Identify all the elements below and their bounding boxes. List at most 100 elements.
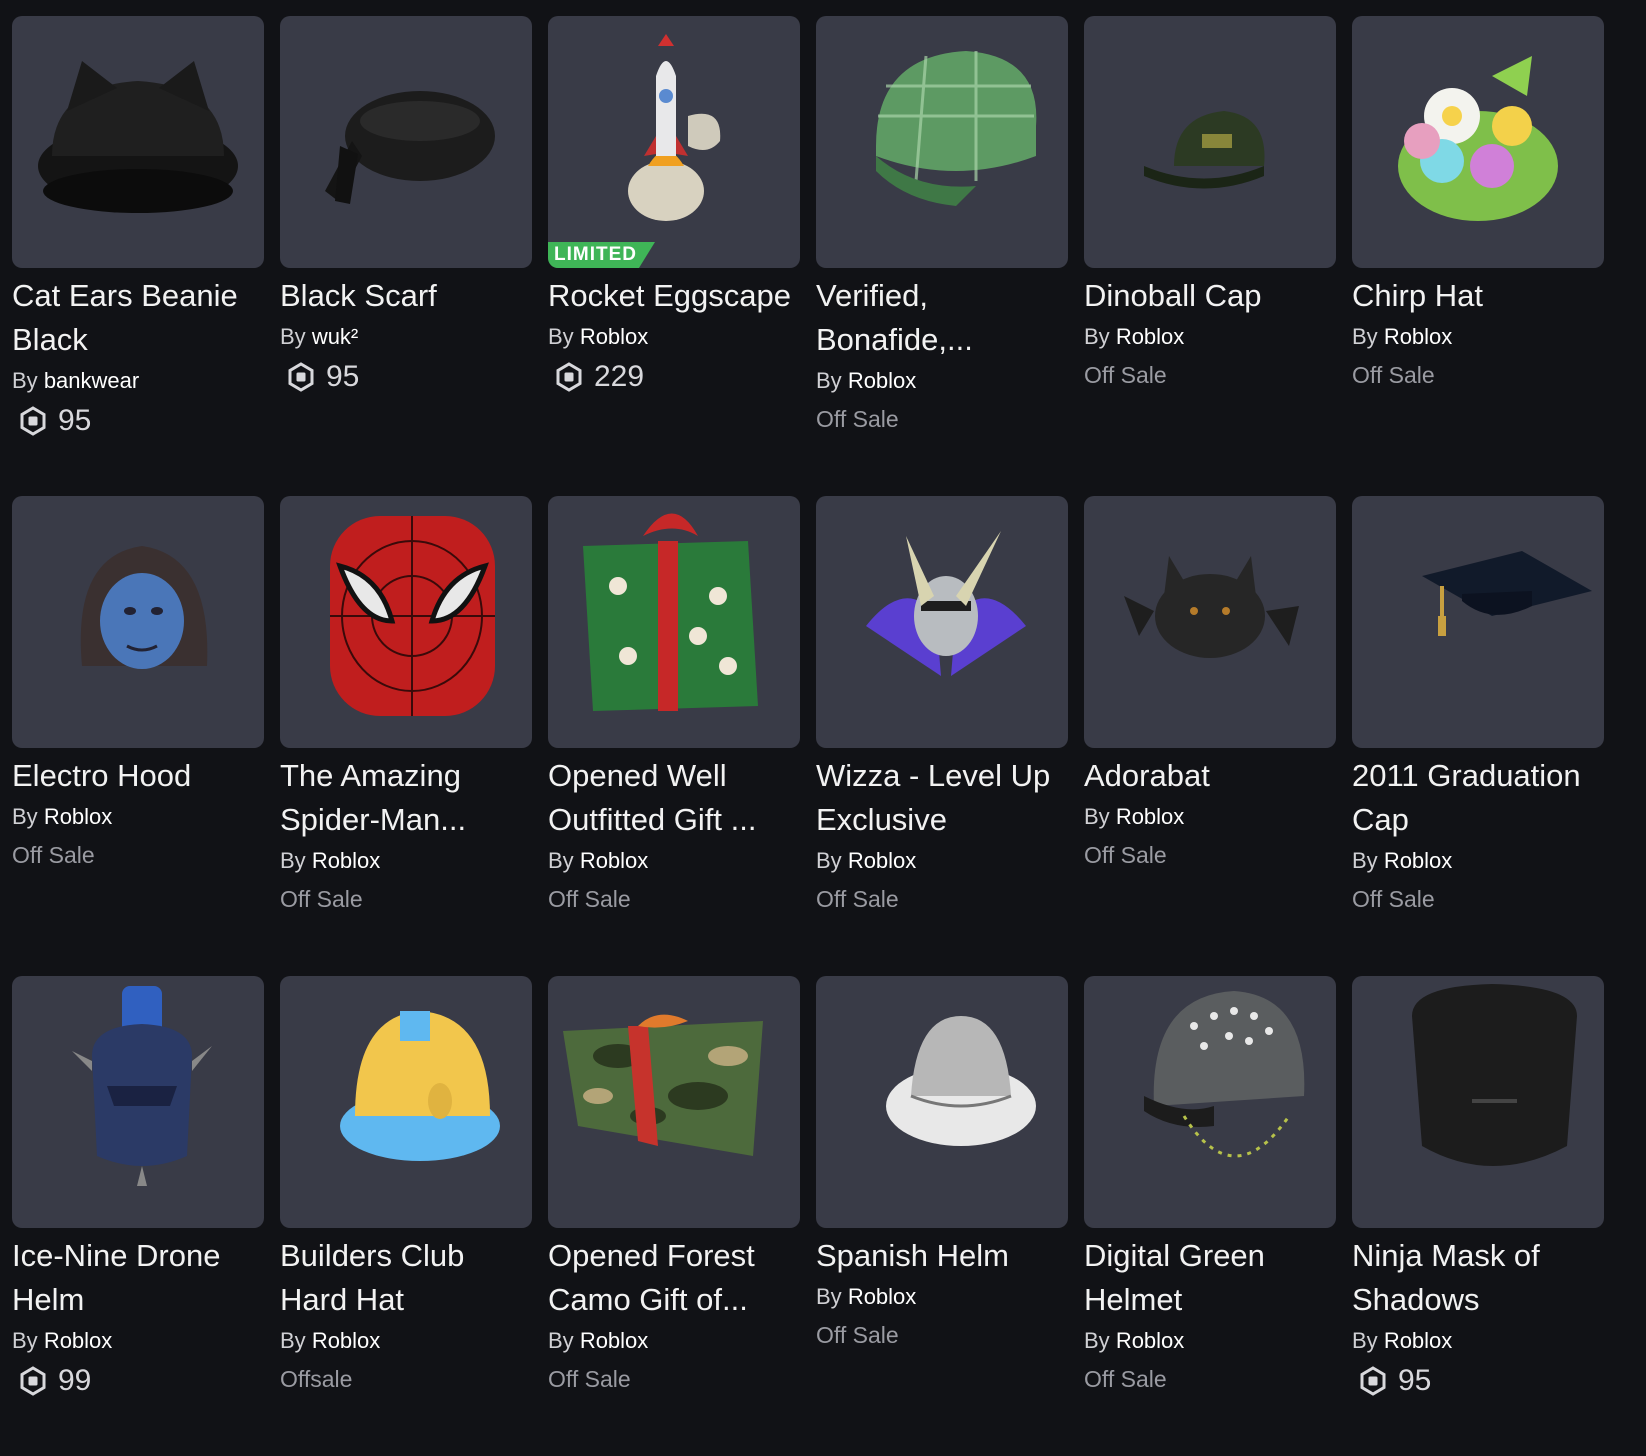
item-thumbnail[interactable]: [548, 976, 800, 1228]
item-name[interactable]: Cat Ears Beanie Black: [12, 274, 264, 362]
item-thumbnail[interactable]: [1352, 496, 1604, 748]
creator-link[interactable]: Roblox: [580, 848, 648, 873]
cat-ears-beanie-icon: [38, 61, 238, 213]
creator-link[interactable]: Roblox: [44, 1328, 112, 1353]
item-thumbnail[interactable]: [1084, 16, 1336, 268]
creator-link[interactable]: Roblox: [312, 1328, 380, 1353]
item-name[interactable]: Adorabat: [1084, 754, 1336, 798]
creator-link[interactable]: wuk²: [312, 324, 358, 349]
catalog-item-card[interactable]: Verified, Bonafide,... By Roblox Off Sale: [816, 16, 1068, 496]
item-status: Off Sale: [548, 886, 631, 912]
item-creator: By Roblox: [1084, 1326, 1336, 1356]
creator-prefix: By: [548, 324, 574, 349]
item-thumbnail[interactable]: [1352, 976, 1604, 1228]
catalog-item-card[interactable]: Wizza - Level Up Exclusive By Roblox Off S…: [816, 496, 1068, 976]
creator-prefix: By: [1352, 848, 1378, 873]
catalog-item-card[interactable]: Ninja Mask of Shadows By Roblox 95: [1352, 976, 1604, 1456]
item-thumbnail[interactable]: [816, 976, 1068, 1228]
item-price: 95: [280, 360, 532, 394]
catalog-item-card[interactable]: LIMITED Rocket Eggscape By Roblox 229: [548, 16, 800, 496]
item-creator: By Roblox: [1352, 1326, 1604, 1356]
item-name[interactable]: Chirp Hat: [1352, 274, 1604, 318]
item-thumbnail[interactable]: [816, 16, 1068, 268]
catalog-item-card[interactable]: Cat Ears Beanie Black By bankwear 95: [12, 16, 264, 496]
creator-link[interactable]: Roblox: [44, 804, 112, 829]
item-creator: By Roblox: [816, 1282, 1068, 1312]
item-status: Off Sale: [816, 406, 899, 432]
creator-link[interactable]: bankwear: [44, 368, 139, 393]
item-name[interactable]: Opened Forest Camo Gift of...: [548, 1234, 800, 1322]
item-thumbnail[interactable]: [1084, 976, 1336, 1228]
creator-prefix: By: [816, 848, 842, 873]
creator-prefix: By: [816, 368, 842, 393]
camo-gift-icon: [563, 1014, 763, 1156]
item-name[interactable]: Ice-Nine Drone Helm: [12, 1234, 264, 1322]
item-name[interactable]: Builders Club Hard Hat: [280, 1234, 532, 1322]
catalog-item-card[interactable]: Opened Forest Camo Gift of... By Roblox Of…: [548, 976, 800, 1456]
creator-link[interactable]: Roblox: [1384, 1328, 1452, 1353]
price-value: 229: [594, 360, 645, 393]
electro-hood-icon: [80, 546, 208, 669]
item-thumbnail[interactable]: [12, 16, 264, 268]
robux-icon: [288, 362, 314, 392]
item-name[interactable]: Black Scarf: [280, 274, 532, 318]
creator-prefix: By: [1084, 1328, 1110, 1353]
item-name[interactable]: Ninja Mask of Shadows: [1352, 1234, 1604, 1322]
item-status: Offsale: [280, 1366, 353, 1392]
item-thumbnail[interactable]: [816, 496, 1068, 748]
catalog-item-card[interactable]: Opened Well Outfitted Gift ... By Roblox O…: [548, 496, 800, 976]
creator-link[interactable]: Roblox: [312, 848, 380, 873]
item-thumbnail[interactable]: LIMITED: [548, 16, 800, 268]
catalog-item-card[interactable]: Electro Hood By Roblox Off Sale: [12, 496, 264, 976]
catalog-item-card[interactable]: Chirp Hat By Roblox Off Sale: [1352, 16, 1604, 496]
item-creator: By bankwear: [12, 366, 264, 396]
item-name[interactable]: Verified, Bonafide,...: [816, 274, 1068, 362]
creator-link[interactable]: Roblox: [848, 848, 916, 873]
green-helmet-icon: [1144, 991, 1305, 1158]
catalog-item-card[interactable]: Builders Club Hard Hat By Roblox Offsale: [280, 976, 532, 1456]
creator-link[interactable]: Roblox: [1116, 1328, 1184, 1353]
creator-link[interactable]: Roblox: [1384, 324, 1452, 349]
item-name[interactable]: The Amazing Spider-Man...: [280, 754, 532, 842]
catalog-item-card[interactable]: Digital Green Helmet By Roblox Off Sale: [1084, 976, 1336, 1456]
catalog-item-card[interactable]: Adorabat By Roblox Off Sale: [1084, 496, 1336, 976]
creator-prefix: By: [280, 1328, 306, 1353]
item-thumbnail[interactable]: [280, 976, 532, 1228]
creator-link[interactable]: Roblox: [580, 1328, 648, 1353]
item-thumbnail[interactable]: [12, 496, 264, 748]
item-name[interactable]: 2011 Graduation Cap: [1352, 754, 1604, 842]
price-value: 95: [1398, 1364, 1432, 1397]
item-name[interactable]: Spanish Helm: [816, 1234, 1068, 1278]
catalog-item-card[interactable]: The Amazing Spider-Man... By Roblox Off Sa…: [280, 496, 532, 976]
item-name[interactable]: Electro Hood: [12, 754, 264, 798]
ninja-mask-icon: [1412, 984, 1577, 1166]
item-price: 229: [548, 360, 800, 394]
item-creator: By Roblox: [280, 1326, 532, 1356]
creator-link[interactable]: Roblox: [848, 1284, 916, 1309]
item-name[interactable]: Digital Green Helmet: [1084, 1234, 1336, 1322]
catalog-item-card[interactable]: Black Scarf By wuk² 95: [280, 16, 532, 496]
catalog-item-card[interactable]: 2011 Graduation Cap By Roblox Off Sale: [1352, 496, 1604, 976]
item-name[interactable]: Opened Well Outfitted Gift ...: [548, 754, 800, 842]
catalog-item-card[interactable]: Dinoball Cap By Roblox Off Sale: [1084, 16, 1336, 496]
creator-link[interactable]: Roblox: [1116, 324, 1184, 349]
item-thumbnail[interactable]: [1352, 16, 1604, 268]
item-thumbnail[interactable]: [280, 16, 532, 268]
item-thumbnail[interactable]: [1084, 496, 1336, 748]
item-status: Off Sale: [816, 1322, 899, 1348]
creator-prefix: By: [548, 848, 574, 873]
item-thumbnail[interactable]: [12, 976, 264, 1228]
limited-badge: LIMITED: [548, 242, 655, 268]
item-name[interactable]: Rocket Eggscape: [548, 274, 800, 318]
creator-link[interactable]: Roblox: [848, 368, 916, 393]
catalog-item-card[interactable]: Spanish Helm By Roblox Off Sale: [816, 976, 1068, 1456]
item-thumbnail[interactable]: [280, 496, 532, 748]
item-name[interactable]: Wizza - Level Up Exclusive: [816, 754, 1068, 842]
creator-link[interactable]: Roblox: [1384, 848, 1452, 873]
catalog-item-card[interactable]: Ice-Nine Drone Helm By Roblox 99: [12, 976, 264, 1456]
item-status: Off Sale: [1352, 362, 1435, 388]
creator-link[interactable]: Roblox: [580, 324, 648, 349]
item-name[interactable]: Dinoball Cap: [1084, 274, 1336, 318]
item-thumbnail[interactable]: [548, 496, 800, 748]
creator-link[interactable]: Roblox: [1116, 804, 1184, 829]
